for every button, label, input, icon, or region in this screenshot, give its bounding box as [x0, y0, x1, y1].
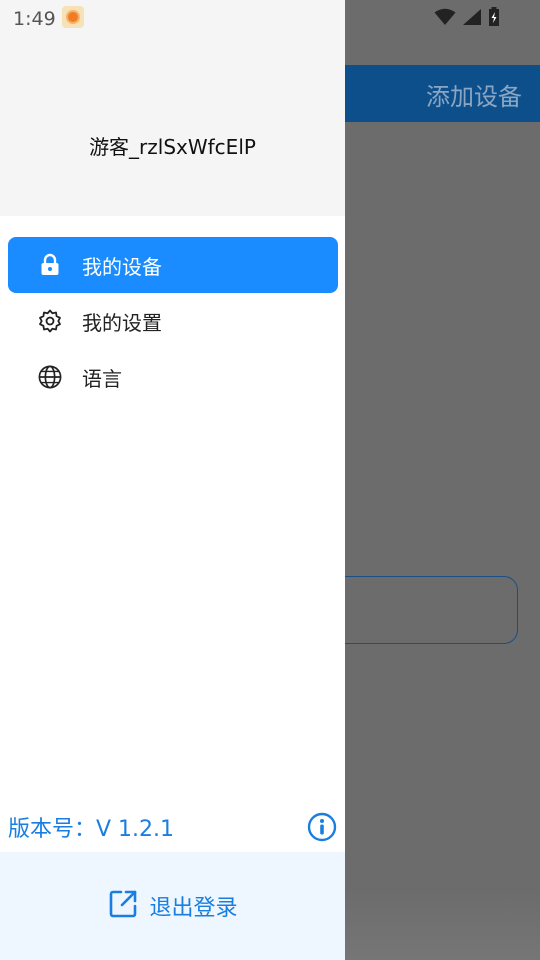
menu-item-label: 语言 — [82, 366, 122, 391]
external-link-icon — [107, 888, 139, 924]
gear-icon — [38, 309, 62, 333]
info-icon[interactable] — [307, 812, 337, 842]
menu-item-my-devices[interactable]: 我的设备 — [8, 237, 338, 293]
logout-area: 退出登录 — [0, 852, 345, 960]
menu-item-my-settings[interactable]: 我的设置 — [8, 293, 338, 349]
menu-item-language[interactable]: 语言 — [8, 349, 338, 405]
signal-icon — [463, 9, 481, 25]
version-label: 版本号：V 1.2.1 — [8, 817, 175, 842]
add-device-title[interactable]: 添加设备 — [426, 77, 522, 112]
logout-button[interactable]: 退出登录 — [107, 888, 238, 924]
drawer-header: 游客_rzlSxWfcElP — [0, 0, 345, 216]
battery-icon — [489, 7, 499, 26]
wifi-icon — [434, 8, 456, 25]
weather-notification-icon — [62, 6, 84, 28]
user-name: 游客_rzlSxWfcElP — [89, 135, 256, 159]
globe-icon — [38, 365, 62, 389]
version-row: 版本号：V 1.2.1 — [8, 808, 337, 846]
navigation-drawer: 游客_rzlSxWfcElP 我的设备 我的设置 语言 版本号：V 1.2.1 … — [0, 0, 345, 960]
status-icons — [434, 7, 500, 27]
bottom-gradient — [345, 890, 540, 960]
drawer-menu: 我的设备 我的设置 语言 — [8, 237, 338, 405]
app-bar: 添加设备 — [345, 65, 540, 122]
menu-item-label: 我的设置 — [82, 310, 162, 335]
status-time: 1:49 — [13, 8, 56, 30]
menu-item-label: 我的设备 — [82, 254, 162, 279]
lock-icon — [38, 253, 62, 277]
logout-label: 退出登录 — [149, 896, 238, 921]
